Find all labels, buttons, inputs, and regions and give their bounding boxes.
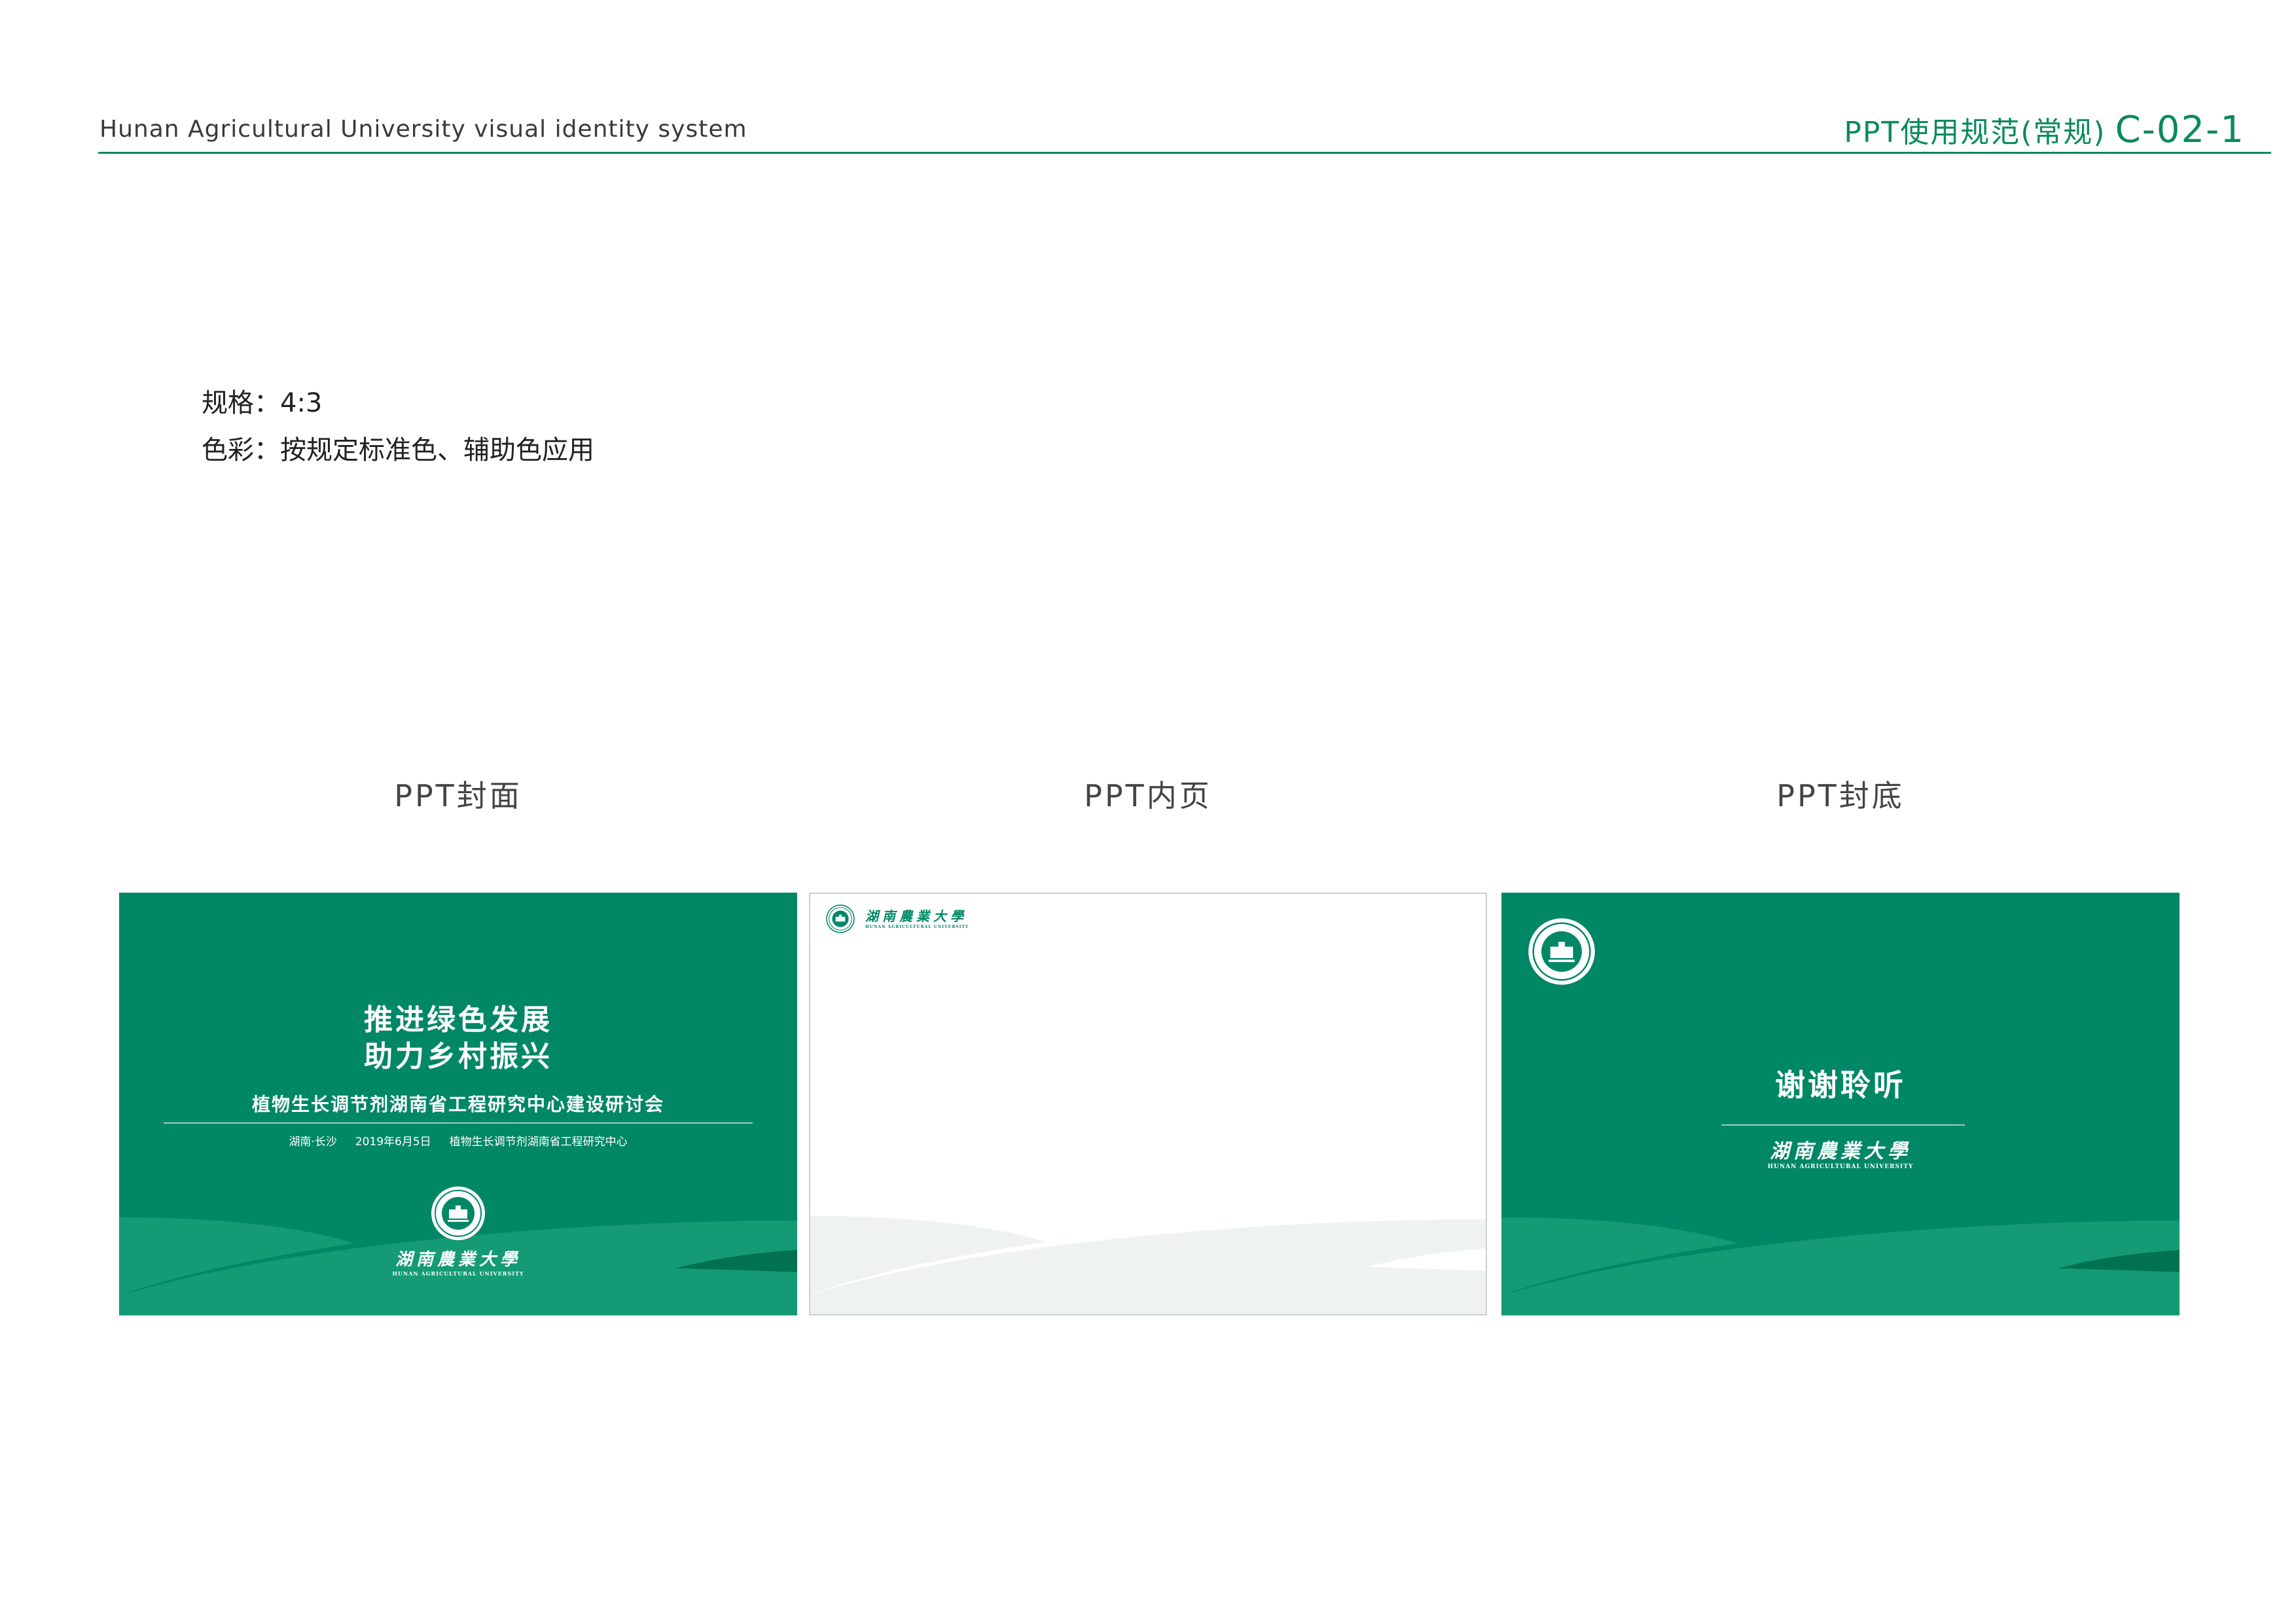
- wordmark-cn: 湖南農業大學: [865, 908, 967, 924]
- wordmark-cn: 湖南農業大學: [395, 1250, 521, 1270]
- cover-meta-org: 植物生长调节剂湖南省工程研究中心: [449, 1135, 628, 1149]
- thanks-divider: [1721, 1124, 1965, 1126]
- wordmark-en: HUNAN AGRICULTURAL UNIVERSITY: [865, 925, 969, 929]
- slide-cover: 推进绿色发展 助力乡村振兴 植物生长调节剂湖南省工程研究中心建设研讨会 湖南·长…: [119, 893, 797, 1315]
- university-wordmark: 湖南農業大學 HUNAN AGRICULTURAL UNIVERSITY: [1501, 1135, 2179, 1170]
- thanks-text: 谢谢聆听: [1775, 1067, 1906, 1103]
- header-divider: [98, 152, 2271, 154]
- panel-label-inner: PPT内页: [1084, 778, 1212, 813]
- cover-meta-date: 2019年6月5日: [355, 1135, 431, 1149]
- wordmark-en: HUNAN AGRICULTURAL UNIVERSITY: [1767, 1164, 1914, 1170]
- section-heading: PPT使用规范(常规) C-02-1: [1844, 109, 2245, 151]
- section-code: C-02-1: [2115, 109, 2245, 151]
- slide-back: 谢谢聆听 湖南農業大學 HUNAN AGRICULTURAL UNIVERSIT…: [1501, 893, 2179, 1315]
- cover-divider: [164, 1122, 753, 1124]
- university-emblem-icon: [1528, 918, 1595, 985]
- panel-label-back: PPT封底: [1776, 778, 1905, 813]
- wordmark-en: HUNAN AGRICULTURAL UNIVERSITY: [392, 1270, 524, 1277]
- spec-format: 规格：4:3: [202, 388, 323, 418]
- cover-meta-place: 湖南·长沙: [289, 1135, 337, 1149]
- slide-inner: 湖南農業大學 HUNAN AGRICULTURAL UNIVERSITY: [809, 893, 1487, 1315]
- cover-title-line1: 推进绿色发展: [364, 1003, 552, 1037]
- wave-decoration: [810, 1216, 1486, 1314]
- university-wordmark: 湖南農業大學 HUNAN AGRICULTURAL UNIVERSITY: [865, 906, 969, 929]
- spec-color: 色彩：按规定标准色、辅助色应用: [202, 435, 594, 465]
- wave-decoration: [1501, 1217, 2179, 1315]
- section-name: PPT使用规范(常规): [1844, 116, 2106, 149]
- university-emblem-icon: [431, 1186, 485, 1240]
- cover-title-line2: 助力乡村振兴: [364, 1040, 552, 1073]
- university-emblem-icon: [826, 904, 855, 933]
- cover-subtitle: 植物生长调节剂湖南省工程研究中心建设研讨会: [251, 1094, 664, 1115]
- university-wordmark: 湖南農業大學 HUNAN AGRICULTURAL UNIVERSITY: [119, 1246, 797, 1277]
- cover-meta: 湖南·长沙 2019年6月5日 植物生长调节剂湖南省工程研究中心: [119, 1132, 797, 1149]
- panel-label-cover: PPT封面: [394, 778, 522, 813]
- wordmark-cn: 湖南農業大學: [1770, 1140, 1911, 1163]
- document-header-title: Hunan Agricultural University visual ide…: [99, 116, 747, 143]
